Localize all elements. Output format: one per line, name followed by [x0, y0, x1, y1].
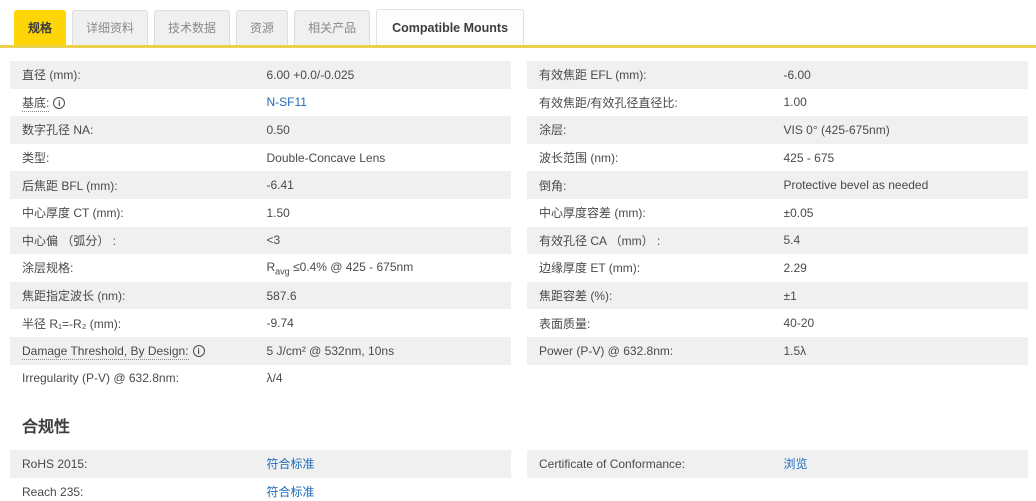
spec-label: 焦距容差 (%): — [539, 289, 613, 304]
spec-row: 半径 R₁=-R₂ (mm): -9.74 — [10, 309, 511, 337]
spec-value: 0.50 — [266, 122, 290, 137]
compliance-heading: 合规性 — [22, 419, 71, 437]
spec-row: 中心厚度 CT (mm): 1.50 — [10, 199, 511, 227]
spec-label: 直径 (mm): — [22, 68, 81, 83]
tab-related-products[interactable]: 相关产品 — [294, 10, 371, 45]
spec-row: 有效焦距/有效孔径直径比: 1.00 — [527, 89, 1028, 117]
spec-row: 表面质量: 40-20 — [527, 309, 1028, 337]
spec-label: 有效焦距 EFL (mm): — [539, 68, 647, 83]
substrate-tooltip-label[interactable]: 基底: — [22, 95, 50, 112]
spec-value: Ravg ≤0.4% @ 425 - 675nm — [266, 259, 414, 277]
spec-row: 直径 (mm): 6.00 +0.0/-0.025 — [10, 61, 511, 89]
compliance-row-empty — [527, 478, 1028, 501]
info-icon[interactable]: i — [53, 96, 66, 109]
spec-value: -9.74 — [266, 316, 294, 331]
spec-value: λ/4 — [266, 371, 283, 386]
spec-row: 倒角: Protective bevel as needed — [527, 171, 1028, 199]
certificate-view-link[interactable]: 浏览 — [784, 457, 808, 471]
spec-row: 基底: i N-SF11 — [10, 89, 511, 117]
tab-technical-data[interactable]: 技术数据 — [154, 10, 231, 45]
spec-label: Irregularity (P-V) @ 632.8nm: — [22, 371, 179, 386]
info-icon[interactable]: i — [192, 344, 205, 357]
spec-row: 中心偏 （弧分） : <3 — [10, 226, 511, 255]
spec-row: 焦距容差 (%): ±1 — [527, 281, 1028, 310]
spec-table: 直径 (mm): 6.00 +0.0/-0.025 有效焦距 EFL (mm):… — [10, 61, 1028, 392]
spec-value: 5.4 — [783, 233, 801, 248]
compliance-label: RoHS 2015: — [22, 456, 88, 471]
spec-row: Power (P-V) @ 632.8nm: 1.5λ — [527, 336, 1028, 365]
spec-row: Damage Threshold, By Design: i 5 J/cm² @ … — [10, 336, 511, 365]
spec-row: 焦距指定波长 (nm): 587.6 — [10, 281, 511, 310]
spec-label: Power (P-V) @ 632.8nm: — [539, 343, 674, 358]
compliance-row: Certificate of Conformance: 浏览 — [527, 450, 1028, 478]
spec-row: 涂层: VIS 0° (425-675nm) — [527, 116, 1028, 144]
spec-value: 425 - 675 — [783, 150, 835, 165]
spec-row: 数字孔径 NA: 0.50 — [10, 116, 511, 144]
spec-row: 后焦距 BFL (mm): -6.41 — [10, 171, 511, 199]
spec-value: 2.29 — [783, 260, 807, 275]
compliance-table: RoHS 2015: 符合标准 Certificate of Conforman… — [10, 450, 1028, 501]
tab-bar: 规格 详细资料 技术数据 资源 相关产品 Compatible Mounts — [0, 0, 1036, 48]
spec-label: 表面质量: — [539, 316, 591, 331]
spec-value: 6.00 +0.0/-0.025 — [266, 67, 355, 82]
spec-value: 1.50 — [266, 205, 290, 220]
spec-value: 1.00 — [783, 95, 807, 110]
spec-value: 5 J/cm² @ 532nm, 10ns — [266, 343, 395, 358]
spec-label: Damage Threshold, By Design: i — [22, 343, 267, 360]
compliance-row: RoHS 2015: 符合标准 — [10, 450, 511, 478]
spec-value: -6.41 — [266, 178, 294, 193]
spec-row: 有效孔径 CA （mm） : 5.4 — [527, 226, 1028, 255]
compliance-label: Reach 235: — [22, 484, 84, 499]
rohs-compliant-link[interactable]: 符合标准 — [267, 457, 315, 471]
spec-label: 中心厚度 CT (mm): — [22, 206, 124, 221]
spec-label: 涂层规格: — [22, 261, 74, 276]
spec-label: 半径 R₁=-R₂ (mm): — [22, 316, 122, 331]
substrate-link[interactable]: N-SF11 — [267, 95, 307, 109]
tab-compatible-mounts[interactable]: Compatible Mounts — [376, 9, 525, 45]
spec-row: 中心厚度容差 (mm): ±0.05 — [527, 199, 1028, 227]
spec-value: Protective bevel as needed — [783, 178, 929, 193]
spec-value: VIS 0° (425-675nm) — [783, 122, 890, 137]
spec-value: ±1 — [783, 288, 797, 303]
spec-label: 数字孔径 NA: — [22, 123, 94, 138]
spec-row: 涂层规格: Ravg ≤0.4% @ 425 - 675nm — [10, 254, 511, 282]
spec-row-empty — [527, 365, 1028, 393]
spec-value: 40-20 — [783, 316, 815, 331]
spec-label: 波长范围 (nm): — [539, 151, 619, 166]
spec-value: 1.5λ — [783, 343, 807, 358]
spec-row: Irregularity (P-V) @ 632.8nm: λ/4 — [10, 365, 511, 393]
reach-compliant-link[interactable]: 符合标准 — [267, 485, 315, 499]
spec-row: 波长范围 (nm): 425 - 675 — [527, 144, 1028, 172]
spec-label: 涂层: — [539, 123, 567, 138]
spec-value: Double-Concave Lens — [266, 150, 386, 165]
spec-label: 后焦距 BFL (mm): — [22, 178, 118, 193]
spec-row: 有效焦距 EFL (mm): -6.00 — [527, 61, 1028, 89]
spec-label: 倒角: — [539, 178, 567, 193]
tab-details[interactable]: 详细资料 — [72, 10, 149, 45]
spec-value: 587.6 — [266, 288, 297, 303]
spec-label: 有效焦距/有效孔径直径比: — [539, 95, 678, 110]
spec-label: 基底: i — [22, 94, 267, 112]
spec-label: 中心偏 （弧分） : — [22, 233, 117, 248]
compliance-row: Reach 235: 符合标准 — [10, 478, 511, 501]
damage-threshold-tooltip-label[interactable]: Damage Threshold, By Design: — [22, 343, 189, 360]
spec-value: <3 — [266, 233, 281, 248]
compliance-label: Certificate of Conformance: — [539, 456, 686, 471]
tab-specifications[interactable]: 规格 — [14, 10, 67, 45]
spec-label: 有效孔径 CA （mm） : — [539, 233, 661, 248]
spec-label: 类型: — [22, 151, 50, 166]
spec-label: 中心厚度容差 (mm): — [539, 206, 646, 221]
tab-resources[interactable]: 资源 — [236, 10, 289, 45]
spec-row: 类型: Double-Concave Lens — [10, 144, 511, 172]
spec-value: ±0.05 — [783, 205, 814, 220]
spec-value: -6.00 — [783, 67, 811, 82]
spec-label: 边缘厚度 ET (mm): — [539, 261, 641, 276]
spec-row: 边缘厚度 ET (mm): 2.29 — [527, 254, 1028, 282]
spec-label: 焦距指定波长 (nm): — [22, 289, 126, 304]
